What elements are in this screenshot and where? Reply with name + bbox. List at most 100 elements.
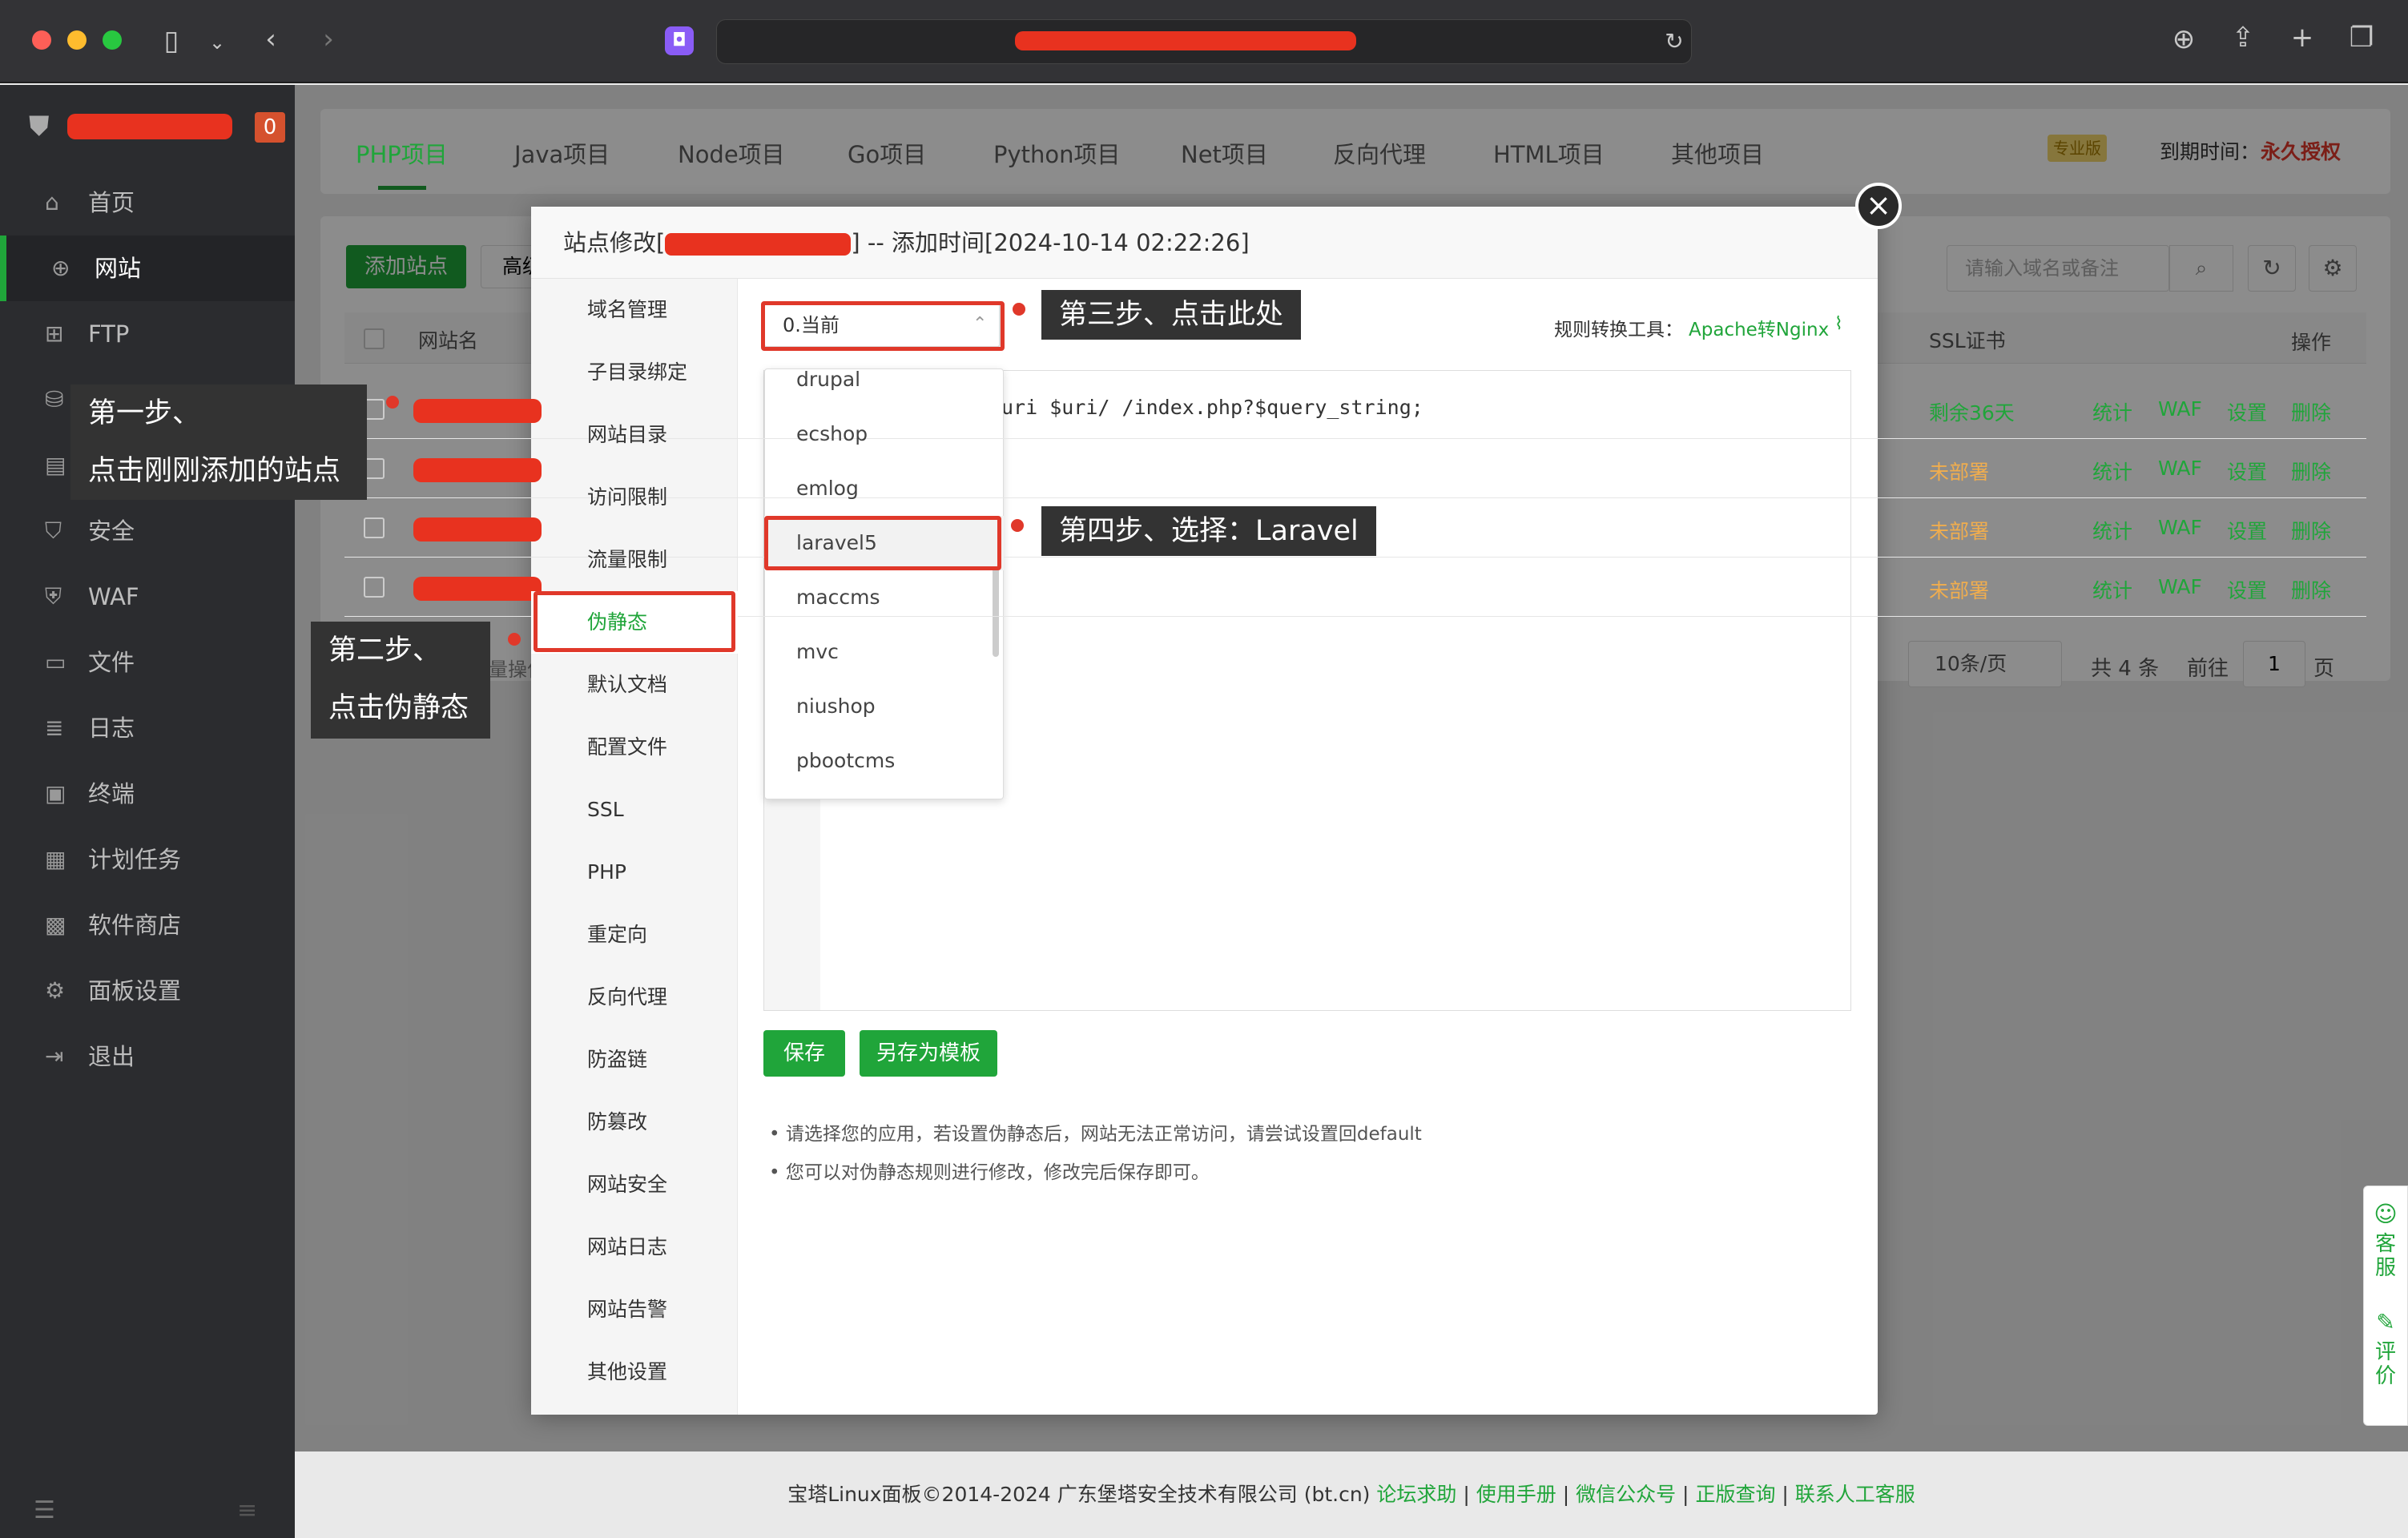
- row-op-统计[interactable]: 统计: [2092, 575, 2132, 604]
- row-op-设置[interactable]: 设置: [2227, 516, 2267, 545]
- row-op-删除[interactable]: 删除: [2291, 457, 2331, 485]
- dropdown-option-pbootcms[interactable]: pbootcms: [764, 734, 1004, 788]
- tab-8[interactable]: 其他项目: [1671, 136, 1764, 170]
- footer-link[interactable]: 微信公众号: [1576, 1483, 1676, 1506]
- modal-nav-17[interactable]: 其他设置: [531, 1341, 738, 1403]
- sidebar-item-5[interactable]: ⛉ 安全: [0, 498, 295, 564]
- sidebar-item-6[interactable]: ⛨ WAF: [0, 564, 295, 630]
- ssl-status: 未部署: [1929, 520, 1990, 543]
- row-op-统计[interactable]: 统计: [2092, 457, 2132, 485]
- log-icon: ≣: [45, 715, 64, 741]
- tab-5[interactable]: Net项目: [1181, 136, 1268, 170]
- dropdown-option-emlog[interactable]: emlog: [764, 461, 1004, 516]
- row-op-统计[interactable]: 统计: [2092, 397, 2132, 426]
- tab-2[interactable]: Node项目: [678, 136, 785, 170]
- tab-7[interactable]: HTML项目: [1493, 136, 1605, 170]
- row-checkbox[interactable]: [364, 517, 385, 538]
- save-button[interactable]: 保存: [763, 1030, 845, 1077]
- tab-4[interactable]: Python项目: [993, 136, 1121, 170]
- modal-nav-10[interactable]: 重定向: [531, 904, 738, 966]
- sidebar-item-10[interactable]: ▦ 计划任务: [0, 827, 295, 892]
- sidebar-toggle-icon[interactable]: ▯: [155, 27, 187, 54]
- modal-nav-12[interactable]: 防盗链: [531, 1029, 738, 1091]
- close-modal-button[interactable]: ×: [1855, 183, 1902, 229]
- sidebar-item-9[interactable]: ▣ 终端: [0, 761, 295, 827]
- row-op-WAF[interactable]: WAF: [2158, 397, 2202, 421]
- row-op-WAF[interactable]: WAF: [2158, 516, 2202, 539]
- modal-nav-7[interactable]: 配置文件: [531, 716, 738, 779]
- tab-0[interactable]: PHP项目: [356, 136, 448, 170]
- sidebar-item-0[interactable]: ⌂ 首页: [0, 170, 295, 236]
- modal-nav-3[interactable]: 访问限制: [531, 466, 738, 529]
- modal-nav-16[interactable]: 网站告警: [531, 1278, 738, 1341]
- collapse-sidebar-icon[interactable]: ☰: [34, 1496, 55, 1524]
- dropdown-option-ecshop[interactable]: ecshop: [764, 407, 1004, 461]
- row-op-删除[interactable]: 删除: [2291, 397, 2331, 426]
- feedback-button[interactable]: 评价: [2374, 1340, 2397, 1388]
- footer-link[interactable]: 联系人工客服: [1795, 1483, 1915, 1506]
- modal-nav-6[interactable]: 默认文档: [531, 654, 738, 716]
- tab-overview-icon[interactable]: ❐: [2346, 24, 2378, 51]
- feedback-icon[interactable]: ✎: [2364, 1309, 2407, 1335]
- back-icon[interactable]: ‹: [256, 26, 285, 53]
- dropdown-option-mvc[interactable]: mvc: [764, 625, 1004, 679]
- zoom-window-button[interactable]: [103, 30, 122, 50]
- sidebar-item-13[interactable]: ⇥ 退出: [0, 1024, 295, 1089]
- address-bar[interactable]: ↻: [716, 19, 1692, 64]
- modal-nav-13[interactable]: 防篡改: [531, 1091, 738, 1154]
- modal-nav-4[interactable]: 流量限制: [531, 529, 738, 591]
- extension-icon[interactable]: ◘: [665, 26, 694, 55]
- modal-nav-11[interactable]: 反向代理: [531, 966, 738, 1029]
- modal-nav-15[interactable]: 网站日志: [531, 1216, 738, 1278]
- service-icon[interactable]: ☺: [2364, 1201, 2407, 1227]
- tab-6[interactable]: 反向代理: [1333, 136, 1426, 170]
- row-op-设置[interactable]: 设置: [2227, 575, 2267, 604]
- sidebar-item-2[interactable]: ⊞ FTP: [0, 301, 295, 367]
- sidebar-item-8[interactable]: ≣ 日志: [0, 695, 295, 761]
- row-op-统计[interactable]: 统计: [2092, 516, 2132, 545]
- dropdown-option-drupal[interactable]: drupal: [764, 352, 1004, 407]
- terminal-icon: ▣: [45, 780, 66, 807]
- sidebar-item-12[interactable]: ⚙ 面板设置: [0, 958, 295, 1024]
- sidebar-item-7[interactable]: ▭ 文件: [0, 630, 295, 695]
- apache-to-nginx-link[interactable]: Apache转Nginx: [1689, 314, 1829, 341]
- footer-link[interactable]: 论坛求助: [1376, 1483, 1456, 1506]
- footer-link[interactable]: 正版查询: [1695, 1483, 1775, 1506]
- new-tab-icon[interactable]: +: [2286, 24, 2318, 51]
- logout-icon: ⇥: [45, 1043, 64, 1069]
- minimize-window-button[interactable]: [67, 30, 87, 50]
- row-checkbox[interactable]: [364, 577, 385, 598]
- modal-nav-14[interactable]: 网站安全: [531, 1154, 738, 1216]
- service-button[interactable]: 客服: [2374, 1232, 2397, 1280]
- dropdown-option-niushop[interactable]: niushop: [764, 679, 1004, 734]
- tip-1-text: 请选择您的应用，若设置伪静态后，网站无法正常访问，请尝试设置回default: [785, 1124, 1422, 1145]
- notification-badge[interactable]: 0: [255, 112, 285, 143]
- row-op-设置[interactable]: 设置: [2227, 397, 2267, 426]
- modal-nav-0[interactable]: 域名管理: [531, 279, 738, 341]
- row-op-WAF[interactable]: WAF: [2158, 575, 2202, 598]
- tab-3[interactable]: Go项目: [848, 136, 926, 170]
- dropdown-option-maccms[interactable]: maccms: [764, 570, 1004, 625]
- menu-icon[interactable]: ≡: [237, 1496, 257, 1524]
- chevron-down-icon[interactable]: ⌄: [205, 29, 229, 56]
- reload-icon[interactable]: ↻: [1661, 28, 1688, 55]
- ftp-icon: ⊞: [45, 320, 64, 347]
- save-as-template-button[interactable]: 另存为模板: [860, 1030, 997, 1077]
- row-op-删除[interactable]: 删除: [2291, 516, 2331, 545]
- footer-link[interactable]: 使用手册: [1476, 1483, 1556, 1506]
- row-op-WAF[interactable]: WAF: [2158, 457, 2202, 480]
- modal-nav-9[interactable]: PHP: [531, 841, 738, 904]
- close-window-button[interactable]: [32, 30, 51, 50]
- row-op-删除[interactable]: 删除: [2291, 575, 2331, 604]
- modal-nav-1[interactable]: 子目录绑定: [531, 341, 738, 404]
- forward-icon[interactable]: ›: [314, 26, 343, 53]
- sidebar-item-11[interactable]: ▩ 软件商店: [0, 892, 295, 958]
- modal-nav-2[interactable]: 网站目录: [531, 404, 738, 466]
- step2-highlight: [534, 591, 735, 652]
- download-icon[interactable]: ⊕: [2168, 26, 2200, 53]
- tab-1[interactable]: Java项目: [514, 136, 610, 170]
- row-op-设置[interactable]: 设置: [2227, 457, 2267, 485]
- share-icon[interactable]: ⇪: [2227, 24, 2259, 51]
- modal-nav-8[interactable]: SSL: [531, 779, 738, 841]
- sidebar-item-1[interactable]: ⊕ 网站: [0, 236, 295, 301]
